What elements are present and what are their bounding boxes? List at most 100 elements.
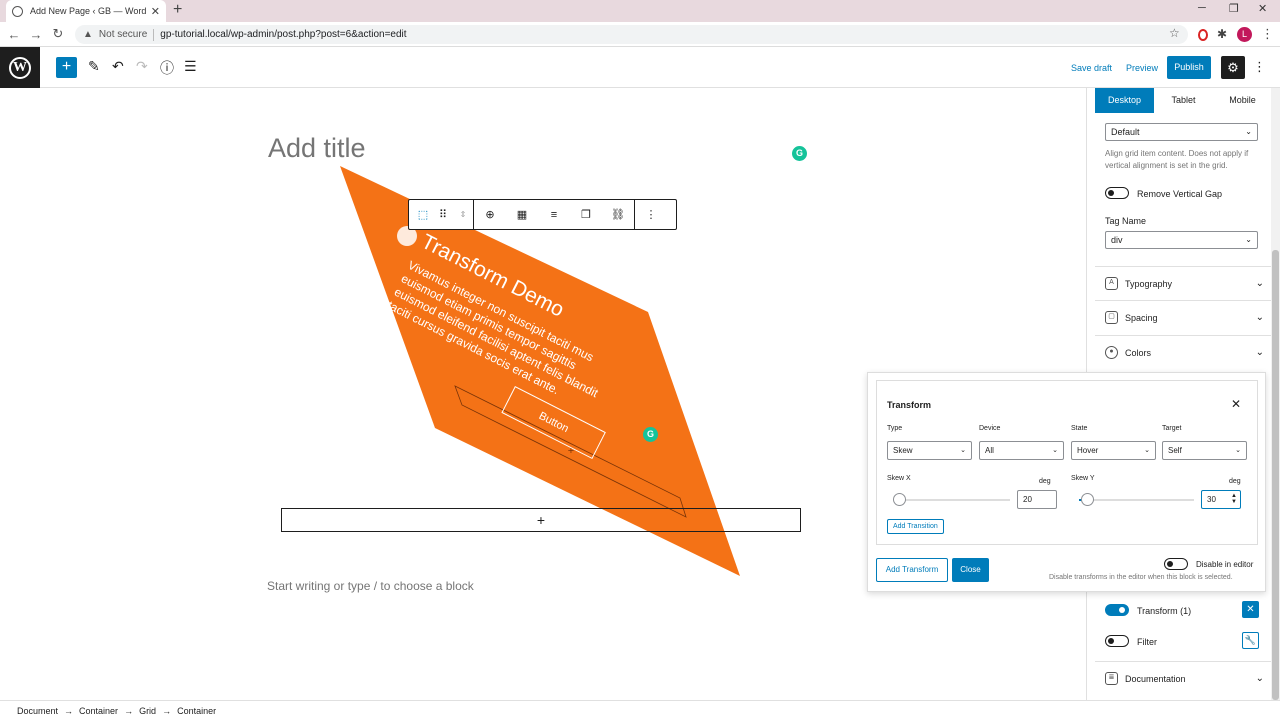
block-inserter-button[interactable]: + [56,57,77,78]
panel-typography-label: Typography [1125,278,1173,289]
breadcrumb-arrow-icon: → [64,705,74,716]
tag-name-select[interactable]: div ⌄ [1105,231,1258,249]
add-transition-button[interactable]: Add Transition [887,519,944,534]
chevron-down-icon: ⌄ [1245,235,1252,244]
minimize-icon[interactable]: ─ [1198,2,1206,14]
panel-spacing-label: Spacing [1125,312,1158,323]
filter-toggle[interactable] [1105,635,1129,647]
undo-icon[interactable]: ↶ [112,58,124,75]
transform-item-card: Transform ✕ Type Skew ⌄ Device All ⌄ Sta… [876,380,1258,545]
remove-vertical-gap-toggle[interactable] [1105,187,1129,199]
breadcrumb-document[interactable]: Document [17,706,58,716]
breadcrumb-grid[interactable]: Grid [139,706,156,716]
chevron-down-icon: ⌄ [1245,127,1252,136]
redo-icon[interactable]: ↷ [136,58,148,75]
breadcrumb-arrow-icon: → [124,705,134,716]
breadcrumb-container-inner[interactable]: Container [177,706,216,716]
reload-icon[interactable]: ↻ [47,26,69,42]
url-text: gp-tutorial.local/wp-admin/post.php?post… [160,29,407,40]
publish-button[interactable]: Publish [1167,56,1211,79]
device-label: Device [979,425,1001,432]
browser-tab[interactable]: Add New Page ‹ GB — WordPress ✕ [6,0,166,22]
panel-documentation-label: Documentation [1125,673,1186,684]
grid-appender-button[interactable]: + [281,508,801,532]
back-icon[interactable]: ← [3,27,25,42]
panel-spacing[interactable]: ▢ Spacing ⌄ [1095,300,1272,334]
settings-gear-icon[interactable]: ⚙ [1221,56,1245,79]
details-info-icon[interactable]: ⓘ [160,58,174,78]
browser-menu-icon[interactable]: ⋮ [1261,26,1274,42]
extensions-puzzle-icon[interactable]: ✱ [1217,27,1227,41]
bookmark-star-icon[interactable]: ☆ [1169,26,1180,40]
tab-mobile[interactable]: Mobile [1213,88,1272,113]
device-select[interactable]: All ⌄ [979,441,1064,460]
disable-in-editor-help: Disable transforms in the editor when th… [1049,574,1233,581]
type-select[interactable]: Skew ⌄ [887,441,972,460]
panel-typography[interactable]: A Typography ⌄ [1095,266,1272,300]
state-select[interactable]: Hover ⌄ [1071,441,1156,460]
disable-in-editor-toggle[interactable] [1164,558,1188,570]
vertical-alignment-select[interactable]: Default ⌄ [1105,123,1258,141]
grammarly-icon-2[interactable]: G [643,427,658,442]
panel-documentation[interactable]: ≣ Documentation ⌄ [1095,661,1272,695]
move-up-down-icon[interactable]: ⇕ [453,200,473,229]
edit-pencil-icon[interactable]: ✎ [88,58,100,75]
link-icon[interactable]: ⛓ [602,200,634,229]
transform-popover: Transform ✕ Type Skew ⌄ Device All ⌄ Sta… [867,372,1266,592]
remove-transform-close-icon[interactable]: ✕ [1242,601,1259,618]
wordpress-favicon-icon [12,5,23,17]
opera-extension-icon[interactable] [1198,29,1208,41]
skew-y-slider-handle[interactable] [1081,493,1094,506]
profile-avatar[interactable]: L [1237,27,1252,42]
breadcrumb-container[interactable]: Container [79,706,118,716]
panel-colors[interactable]: ● Colors ⌄ [1095,335,1272,369]
tab-tablet[interactable]: Tablet [1154,88,1213,113]
tab-desktop[interactable]: Desktop [1095,88,1154,113]
new-tab-button[interactable]: + [173,1,182,19]
options-menu-icon[interactable]: ⋮ [1253,59,1266,75]
preview-button[interactable]: Preview [1126,63,1158,73]
transform-effect-label: Transform (1) [1137,606,1192,616]
skew-y-slider-track[interactable] [1079,499,1194,501]
window-close-icon[interactable]: ✕ [1258,2,1267,15]
chevron-down-icon: ⌄ [960,447,966,454]
transform-toggle[interactable] [1105,604,1129,616]
add-transform-button[interactable]: Add Transform [876,558,948,582]
grid-layout-icon[interactable]: ▦ [506,200,538,229]
duplicate-copy-icon[interactable]: ❐ [570,200,602,229]
skew-x-slider-handle[interactable] [893,493,906,506]
add-inner-container-icon[interactable]: ⊕ [474,200,506,229]
skew-y-input[interactable]: 30 ▲ ▼ [1201,490,1241,509]
skew-x-slider-track[interactable] [895,499,1010,501]
list-view-icon[interactable]: ☰ [184,58,197,75]
documentation-icon: ≣ [1105,672,1118,685]
type-value: Skew [893,446,913,455]
number-spinner-icon[interactable]: ▲ ▼ [1231,493,1237,505]
drag-handle-icon[interactable]: ⠿ [433,200,453,229]
chevron-down-icon: ⌄ [1255,347,1264,358]
close-icon[interactable]: ✕ [1231,397,1241,411]
chevron-down-icon: ⌄ [1144,447,1150,454]
wordpress-logo-icon[interactable]: W [0,47,40,88]
restore-icon[interactable]: ❐ [1229,2,1239,15]
skew-x-input[interactable]: 20 [1017,490,1057,509]
close-button[interactable]: Close [952,558,989,582]
align-left-icon[interactable]: ≡ [538,200,570,229]
filter-wrench-icon[interactable]: 🔧 [1242,632,1259,649]
tab-close-icon[interactable]: ✕ [151,5,160,18]
target-label: Target [1162,425,1182,432]
device-value: All [985,446,994,455]
toolbar-group-more: ⋮ [635,200,667,229]
chevron-down-icon: ⌄ [1255,278,1264,289]
forward-icon[interactable]: → [25,27,47,42]
sidebar-scrollbar-thumb[interactable] [1272,250,1279,700]
select-parent-icon[interactable]: ⬚ [413,200,433,229]
default-block-appender[interactable]: Start writing or type / to choose a bloc… [267,579,474,593]
state-value: Hover [1077,446,1099,455]
spacing-icon: ▢ [1105,311,1118,324]
target-select[interactable]: Self ⌄ [1162,441,1247,460]
browser-tab-bar: Add New Page ‹ GB — WordPress ✕ + ─ ❐ ✕ [0,0,1280,22]
omnibox[interactable]: ▲ Not secure gp-tutorial.local/wp-admin/… [75,25,1188,44]
save-draft-button[interactable]: Save draft [1071,63,1112,73]
more-options-icon[interactable]: ⋮ [635,200,667,229]
